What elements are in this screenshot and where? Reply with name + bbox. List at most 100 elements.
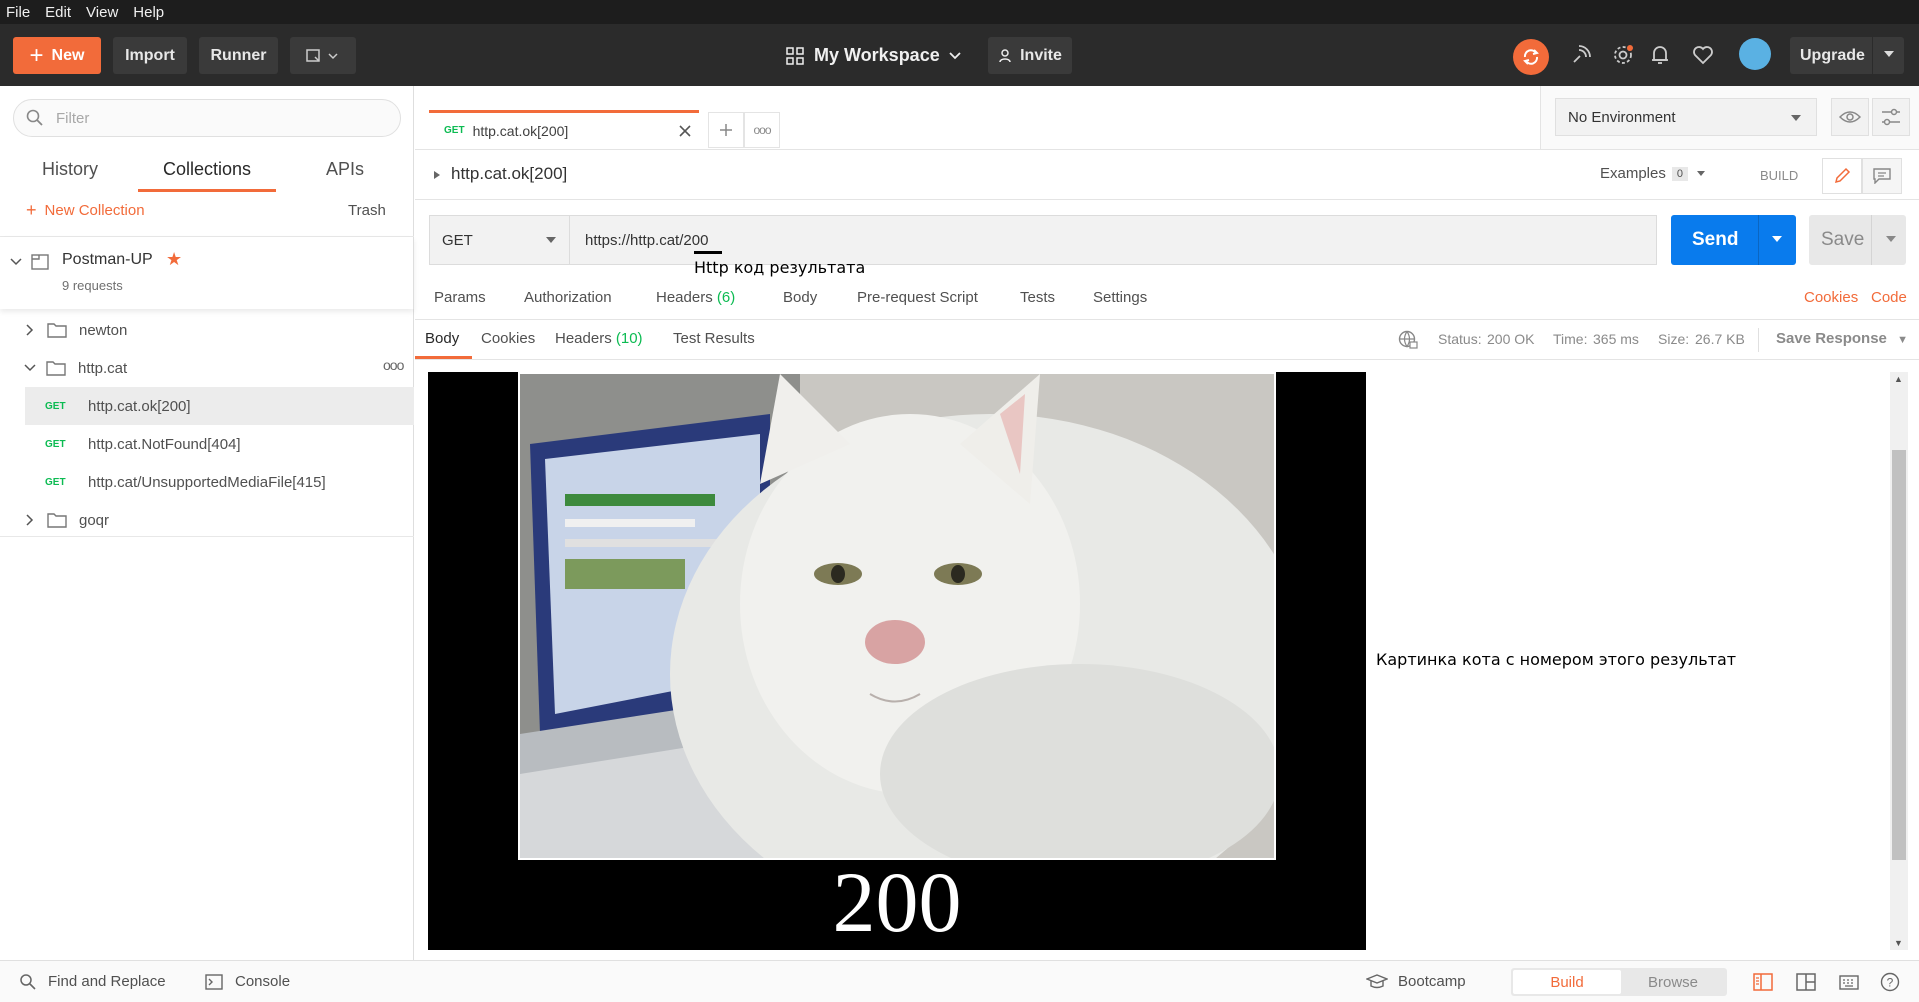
collection-postman-up[interactable]: Postman-UP ★ 9 requests — [0, 237, 414, 309]
tab-prerequest-script[interactable]: Pre-request Script — [857, 289, 978, 306]
send-button[interactable]: Send — [1671, 215, 1796, 265]
new-window-button[interactable] — [290, 37, 356, 74]
bell-icon[interactable] — [1647, 42, 1673, 68]
response-tab-test-results[interactable]: Test Results — [673, 330, 755, 347]
build-browse-toggle: Build Browse — [1511, 968, 1727, 996]
response-image: 200 — [428, 372, 1366, 950]
tab-label: http.cat.ok[200] — [472, 122, 569, 139]
layout-icon[interactable] — [1795, 971, 1817, 993]
heart-icon[interactable] — [1690, 42, 1716, 68]
folder-newton[interactable]: newton — [0, 311, 414, 349]
comments-button[interactable] — [1862, 158, 1902, 194]
comment-icon — [1873, 168, 1891, 184]
folder-label: newton — [79, 321, 128, 339]
annotation-underline — [694, 251, 722, 254]
upgrade-button[interactable]: Upgrade — [1790, 37, 1904, 74]
browse-mode-button[interactable]: Browse — [1619, 968, 1727, 996]
request-label: http.cat.ok[200] — [88, 397, 191, 415]
save-button[interactable]: Save — [1809, 215, 1906, 265]
request-item[interactable]: GET http.cat/UnsupportedMediaFile[415] — [25, 463, 414, 501]
caret-right-icon[interactable] — [433, 170, 441, 180]
gear-icon[interactable] — [1610, 42, 1636, 68]
tab-collections[interactable]: Collections — [138, 152, 276, 192]
method-select[interactable]: GET — [429, 215, 570, 265]
bootcamp-button[interactable]: Bootcamp — [1366, 973, 1466, 990]
interceptor-icon[interactable] — [1568, 42, 1594, 68]
examples-count: 0 — [1671, 166, 1688, 181]
new-button[interactable]: + New — [13, 37, 101, 74]
plus-icon — [720, 124, 732, 136]
code-link[interactable]: Code — [1871, 289, 1907, 306]
save-response-button[interactable]: Save Response ▼ — [1776, 330, 1908, 347]
filter-input[interactable]: Filter — [13, 99, 401, 137]
import-button[interactable]: Import — [113, 37, 187, 74]
caret-down-icon[interactable] — [1882, 47, 1896, 61]
request-item[interactable]: GET http.cat.ok[200] — [25, 387, 414, 425]
collection-icon — [31, 254, 49, 270]
keyboard-shortcuts-icon[interactable] — [1838, 971, 1860, 993]
edit-button[interactable] — [1822, 158, 1862, 194]
tab-apis[interactable]: APIs — [300, 152, 390, 192]
folder-http-cat[interactable]: http.cat ooo — [0, 349, 414, 387]
tab-authorization[interactable]: Authorization — [524, 289, 612, 306]
caret-down-icon[interactable] — [1885, 235, 1897, 243]
folder-label: http.cat — [78, 359, 128, 377]
tab-tests[interactable]: Tests — [1020, 289, 1055, 306]
examples-dropdown[interactable]: Examples 0 — [1600, 165, 1706, 182]
sidebar-tabs: History Collections APIs — [0, 152, 414, 192]
response-tab-headers[interactable]: Headers (10) — [555, 330, 643, 347]
star-icon[interactable]: ★ — [166, 249, 182, 270]
folder-goqr[interactable]: goqr — [0, 501, 414, 539]
manage-environments-button[interactable] — [1872, 98, 1910, 136]
tab-settings[interactable]: Settings — [1093, 289, 1147, 306]
two-pane-view-icon[interactable] — [1752, 971, 1774, 993]
response-tab-body[interactable]: Body — [425, 330, 459, 347]
caret-down-icon[interactable] — [1771, 235, 1783, 243]
menu-edit[interactable]: Edit — [45, 4, 71, 21]
menu-view[interactable]: View — [86, 4, 118, 21]
scroll-thumb[interactable] — [1892, 450, 1906, 860]
invite-button[interactable]: Invite — [988, 37, 1072, 74]
pencil-icon — [1834, 167, 1851, 184]
build-mode-button[interactable]: Build — [1513, 970, 1621, 994]
trash-link[interactable]: Trash — [348, 202, 386, 219]
folder-icon — [46, 361, 66, 376]
runner-button[interactable]: Runner — [199, 37, 278, 74]
menu-help[interactable]: Help — [133, 4, 164, 21]
add-tab-button[interactable] — [708, 112, 744, 148]
environment-select[interactable]: No Environment — [1555, 98, 1817, 136]
request-title[interactable]: http.cat.ok[200] — [451, 164, 567, 184]
console-button[interactable]: Console — [205, 973, 290, 990]
environment-quick-look-button[interactable] — [1831, 98, 1869, 136]
add-user-icon — [999, 48, 1011, 62]
tab-history[interactable]: History — [20, 152, 120, 192]
request-item[interactable]: GET http.cat.NotFound[404] — [25, 425, 414, 463]
help-icon[interactable]: ? — [1879, 971, 1901, 993]
close-icon[interactable] — [679, 125, 691, 137]
request-label: http.cat.NotFound[404] — [88, 435, 241, 453]
workspace-selector[interactable]: My Workspace — [786, 37, 962, 74]
scroll-up-icon[interactable]: ▲ — [1894, 374, 1903, 384]
find-replace-button[interactable]: Find and Replace — [20, 973, 166, 990]
scroll-down-icon[interactable]: ▼ — [1894, 938, 1903, 948]
chevron-down-icon[interactable] — [10, 257, 22, 267]
tab-options-button[interactable]: ooo — [744, 112, 780, 148]
response-scrollbar[interactable]: ▲ ▼ — [1890, 372, 1908, 950]
request-tab[interactable]: GET http.cat.ok[200] — [429, 110, 699, 148]
sync-button[interactable] — [1513, 39, 1549, 75]
more-options-icon[interactable]: ooo — [383, 357, 404, 373]
avatar[interactable] — [1739, 38, 1771, 70]
request-name-bar: http.cat.ok[200] Examples 0 BUILD — [415, 150, 1919, 200]
new-collection-button[interactable]: + New Collection — [26, 200, 145, 221]
response-tabs: Body Cookies Headers (10) Test Results S… — [415, 320, 1919, 360]
response-tab-cookies[interactable]: Cookies — [481, 330, 535, 347]
caret-down-icon — [546, 237, 556, 243]
tab-body[interactable]: Body — [783, 289, 817, 306]
cookies-link[interactable]: Cookies — [1804, 289, 1858, 306]
request-tab-bar: GET http.cat.ok[200] ooo — [415, 86, 1540, 150]
sidebar: Filter History Collections APIs + New Co… — [0, 86, 414, 960]
menu-file[interactable]: File — [6, 4, 30, 21]
globe-icon[interactable] — [1398, 330, 1418, 350]
tab-params[interactable]: Params — [434, 289, 486, 306]
tab-headers[interactable]: Headers (6) — [656, 289, 735, 306]
